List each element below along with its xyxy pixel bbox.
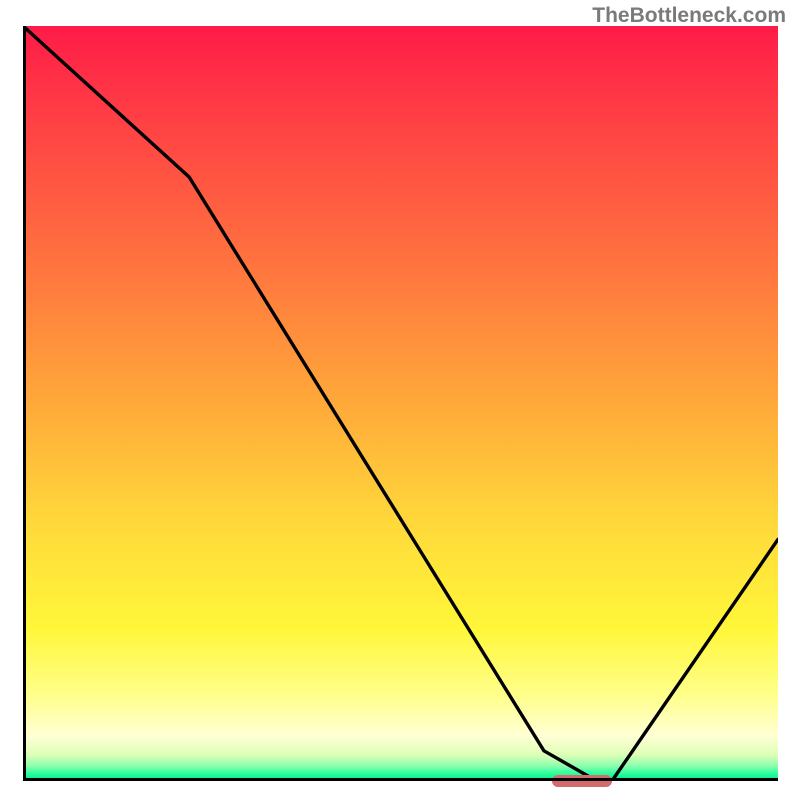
plot-area	[23, 26, 778, 781]
gradient-background	[23, 26, 778, 781]
chart-container: TheBottleneck.com	[0, 0, 800, 800]
optimal-marker	[552, 775, 612, 787]
attribution-watermark: TheBottleneck.com	[592, 4, 786, 28]
